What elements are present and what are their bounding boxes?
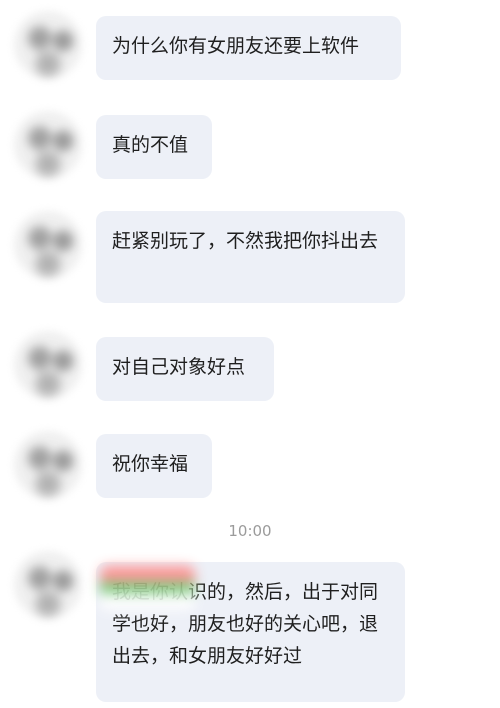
avatar[interactable] (14, 211, 82, 279)
blurred-name (100, 566, 195, 610)
avatar[interactable] (14, 551, 82, 619)
message-bubble[interactable]: 对自己对象好点 (96, 337, 274, 401)
message-bubble[interactable]: 赶紧别玩了，不然我把你抖出去 (96, 211, 405, 303)
timestamp: 10:00 (228, 522, 272, 540)
message-bubble[interactable]: 真的不值 (96, 115, 212, 179)
message-bubble[interactable]: 为什么你有女朋友还要上软件 (96, 16, 401, 80)
avatar[interactable] (14, 431, 82, 499)
avatar[interactable] (14, 111, 82, 179)
avatar[interactable] (14, 331, 82, 399)
message-bubble[interactable]: 祝你幸福 (96, 434, 212, 498)
avatar[interactable] (14, 11, 82, 79)
